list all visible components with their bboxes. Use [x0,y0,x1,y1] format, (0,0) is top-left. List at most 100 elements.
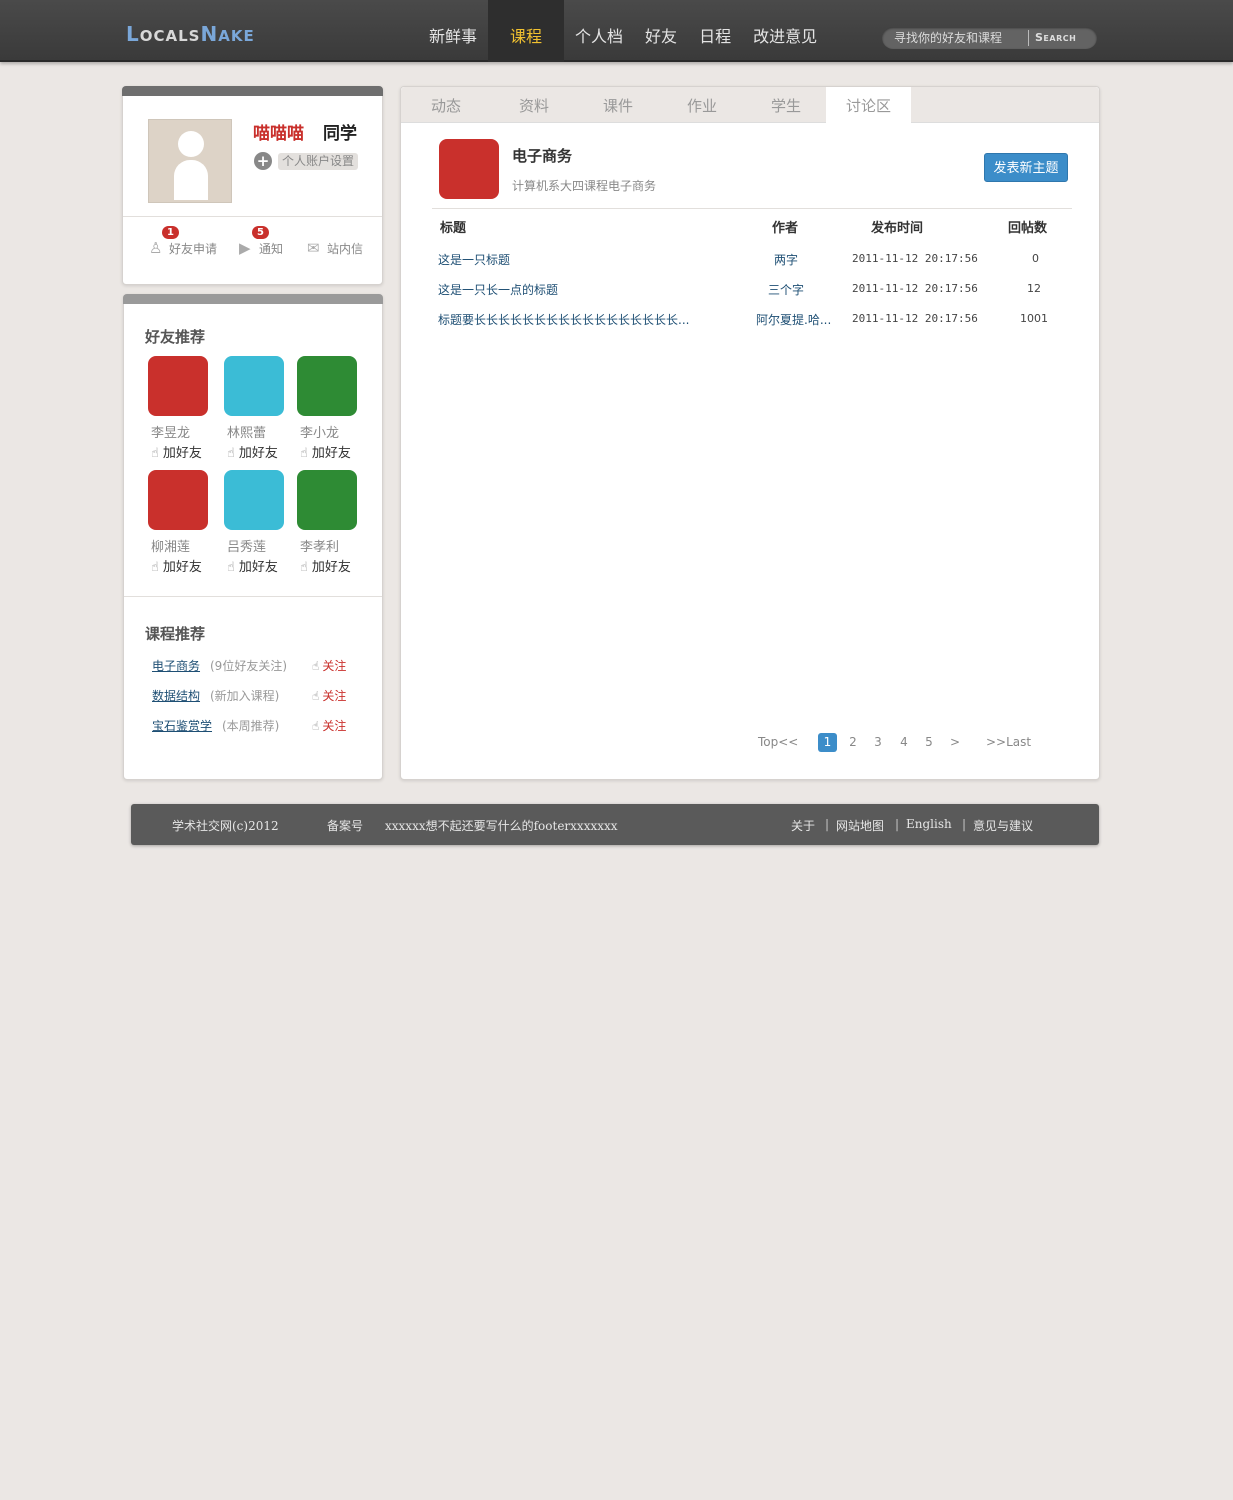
topic-title-link[interactable]: 这是一只长一点的标题 [438,281,558,298]
add-friend-button[interactable]: ☝ 加好友 [227,442,278,461]
nav-item-profile[interactable]: 个人档 [564,0,634,62]
thumbs-up-icon: ☝ [151,446,159,461]
follow-button[interactable]: ☝ 关注 [312,687,346,704]
site-logo[interactable]: LOCALSNAKE [126,22,255,48]
course-recommend-item: 数据结构 (新加入课程) ☝ 关注 [152,687,362,707]
nav-item-news[interactable]: 新鲜事 [418,0,488,62]
follow-label: 关注 [322,659,347,673]
friend-name[interactable]: 李昱龙 [151,422,190,441]
friend-avatar[interactable] [148,356,208,416]
add-friend-button[interactable]: ☝ 加好友 [151,556,202,575]
logo-text-ake: AKE [218,27,255,45]
friend-name[interactable]: 柳湘莲 [151,536,190,555]
footer-separator: | [962,817,967,831]
search-divider [1028,30,1029,46]
friend-avatar[interactable] [297,356,357,416]
friend-avatar[interactable] [297,470,357,530]
account-settings-label: 个人账户设置 [278,153,359,170]
add-friend-button[interactable]: ☝ 加好友 [227,556,278,575]
course-link[interactable]: 数据结构 [152,687,200,704]
friend-card: 吕秀莲 ☝ 加好友 [224,470,288,580]
pager-next[interactable]: > [949,733,961,752]
footer-copyright: 学术社交网(c)2012 [172,819,279,833]
footer-link-english[interactable]: English [906,817,952,831]
course-link[interactable]: 宝石鉴赏学 [152,717,212,734]
pager-last[interactable]: >>Last [986,733,1031,752]
pager-page[interactable]: 2 [847,733,859,752]
friend-avatar[interactable] [224,470,284,530]
course-link[interactable]: 电子商务 [152,657,200,674]
tab-materials[interactable]: 资料 [499,87,569,123]
course-recommend-item: 宝石鉴赏学 (本周推荐) ☝ 关注 [152,717,362,737]
thumbs-up-icon: ☝ [312,659,320,673]
column-header-replies[interactable]: 回帖数 [1008,217,1047,236]
table-top-divider [432,208,1072,209]
follow-label: 关注 [322,719,347,733]
friend-card: 林熙蕾 ☝ 加好友 [224,356,288,466]
add-friend-button[interactable]: ☝ 加好友 [151,442,202,461]
avatar[interactable] [148,119,232,203]
thumbs-up-icon: ☝ [312,689,320,703]
new-topic-button[interactable]: 发表新主题 [984,153,1068,182]
pager-page[interactable]: 3 [872,733,884,752]
friend-name[interactable]: 李孝利 [300,536,339,555]
footer-link-feedback[interactable]: 意见与建议 [973,817,1033,834]
friend-avatar[interactable] [224,356,284,416]
pager-page[interactable]: 5 [923,733,935,752]
profile-card: 喵喵喵 同学 + 个人账户设置 ♙ 1 好友申请 ▶ 5 通知 ✉ 站内信 [122,86,383,285]
follow-label: 关注 [322,689,347,703]
tab-discussion[interactable]: 讨论区 [826,87,911,124]
tab-courseware[interactable]: 课件 [583,87,653,123]
add-friend-button[interactable]: ☝ 加好友 [300,556,351,575]
topic-replies: 1001 [1020,312,1048,325]
nav-item-feedback[interactable]: 改进意见 [742,0,828,62]
nav-item-schedule[interactable]: 日程 [688,0,742,62]
footer-link-about[interactable]: 关于 [791,817,815,834]
user-role: 同学 [323,124,357,144]
thumbs-up-icon: ☝ [227,560,235,575]
topic-replies: 0 [1032,252,1039,265]
friend-requests-label: 好友申请 [169,242,218,256]
topic-title-link[interactable]: 这是一只标题 [438,251,510,268]
friend-name[interactable]: 李小龙 [300,422,339,441]
pager-first[interactable]: Top<< [758,733,798,752]
column-header-title[interactable]: 标题 [440,217,466,236]
topic-author-link[interactable]: 阿尔夏提.哈... [756,311,831,328]
tab-homework[interactable]: 作业 [667,87,737,123]
tab-students[interactable]: 学生 [751,87,821,123]
topic-author-link[interactable]: 两字 [774,251,798,268]
friend-avatar[interactable] [148,470,208,530]
thumbs-up-icon: ☝ [300,446,308,461]
avatar-body-shape [174,160,208,200]
search-button[interactable]: Search [1035,31,1076,44]
search-input[interactable] [894,30,1028,46]
nav-item-courses[interactable]: 课程 [488,0,565,62]
follow-button[interactable]: ☝ 关注 [312,717,346,734]
pager-page[interactable]: 1 [818,733,837,752]
footer-link-sitemap[interactable]: 网站地图 [836,817,884,834]
friend-name[interactable]: 林熙蕾 [227,422,266,441]
add-friend-label: 加好友 [238,446,278,461]
notifications-badge: 5 [252,226,269,239]
user-name[interactable]: 喵喵喵 [253,119,304,144]
nav-item-friends[interactable]: 好友 [634,0,688,62]
pager-page[interactable]: 4 [898,733,910,752]
tab-activity[interactable]: 动态 [411,87,481,123]
card-header-strip [122,86,383,96]
add-friend-label: 加好友 [162,446,202,461]
notification-icon: ▶ [239,239,251,257]
main-nav: 新鲜事 课程 个人档 好友 日程 改进意见 [418,0,828,62]
column-header-author[interactable]: 作者 [772,217,798,236]
topic-author-link[interactable]: 三个字 [768,281,804,298]
add-friend-button[interactable]: ☝ 加好友 [300,442,351,461]
friend-name[interactable]: 吕秀莲 [227,536,266,555]
course-logo [439,139,499,199]
column-header-time[interactable]: 发布时间 [871,217,923,236]
follow-button[interactable]: ☝ 关注 [312,657,346,674]
topic-time: 2011-11-12 20:17:56 [852,252,978,265]
footer-icp-label: 备案号 [327,819,364,833]
logo-text-ocals: OCALS [139,27,201,45]
recommend-card: 好友推荐 李昱龙 ☝ 加好友 林熙蕾 ☝ 加好友 李小龙 ☝ 加好友 柳湘莲 ☝ 加好友… [123,294,383,780]
topic-title-link[interactable]: 标题要长长长长长长长长长长长长长长长长长... [438,311,689,328]
search-box: Search [882,27,1097,49]
